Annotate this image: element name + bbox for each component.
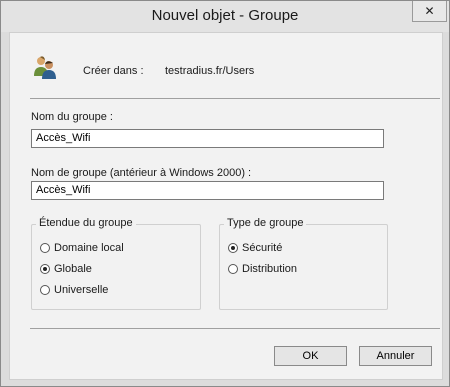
dialog-window: Nouvel objet - Groupe ✕ Créer dans : tes… (0, 0, 450, 387)
scope-option-domain-local[interactable]: Domaine local (40, 242, 124, 254)
window-title: Nouvel objet - Groupe (151, 7, 299, 24)
close-icon: ✕ (424, 4, 435, 18)
dialog-content: Créer dans : testradius.fr/Users Nom du … (9, 32, 443, 380)
users-group-icon (34, 56, 56, 79)
radio-button[interactable] (228, 264, 238, 274)
scope-option-universal[interactable]: Universelle (40, 284, 108, 296)
group-name-pre2000-input[interactable]: Accès_Wifi (31, 181, 384, 200)
type-option-distribution[interactable]: Distribution (228, 263, 297, 275)
radio-button[interactable] (40, 243, 50, 253)
cancel-button[interactable]: Annuler (359, 346, 432, 366)
title-bar: Nouvel objet - Groupe ✕ (1, 1, 449, 32)
close-button[interactable]: ✕ (412, 1, 447, 22)
group-scope-title: Étendue du groupe (36, 217, 136, 229)
group-type-box: Type de groupe Sécurité Distribution (219, 217, 388, 310)
create-in-label: Créer dans : (83, 65, 144, 77)
create-in-path: testradius.fr/Users (165, 65, 255, 77)
scope-option-label: Universelle (54, 284, 109, 296)
group-name-input[interactable]: Accès_Wifi (31, 129, 384, 148)
group-type-title: Type de groupe (224, 217, 307, 229)
group-name-label: Nom du groupe : (31, 111, 113, 123)
scope-option-label: Globale (54, 263, 92, 275)
radio-button-selected[interactable] (40, 264, 50, 274)
ok-button[interactable]: OK (274, 346, 347, 366)
radio-button-selected[interactable] (228, 243, 238, 253)
group-name-pre2000-label: Nom de groupe (antérieur à Windows 2000)… (31, 167, 252, 179)
separator-bottom (30, 328, 440, 329)
type-option-security[interactable]: Sécurité (228, 242, 282, 254)
type-option-label: Sécurité (242, 242, 283, 254)
group-scope-box: Étendue du groupe Domaine local Globale … (31, 217, 201, 310)
type-option-label: Distribution (242, 263, 298, 275)
radio-button[interactable] (40, 285, 50, 295)
scope-option-label: Domaine local (54, 242, 124, 254)
separator-top (30, 98, 440, 99)
scope-option-global[interactable]: Globale (40, 263, 92, 275)
